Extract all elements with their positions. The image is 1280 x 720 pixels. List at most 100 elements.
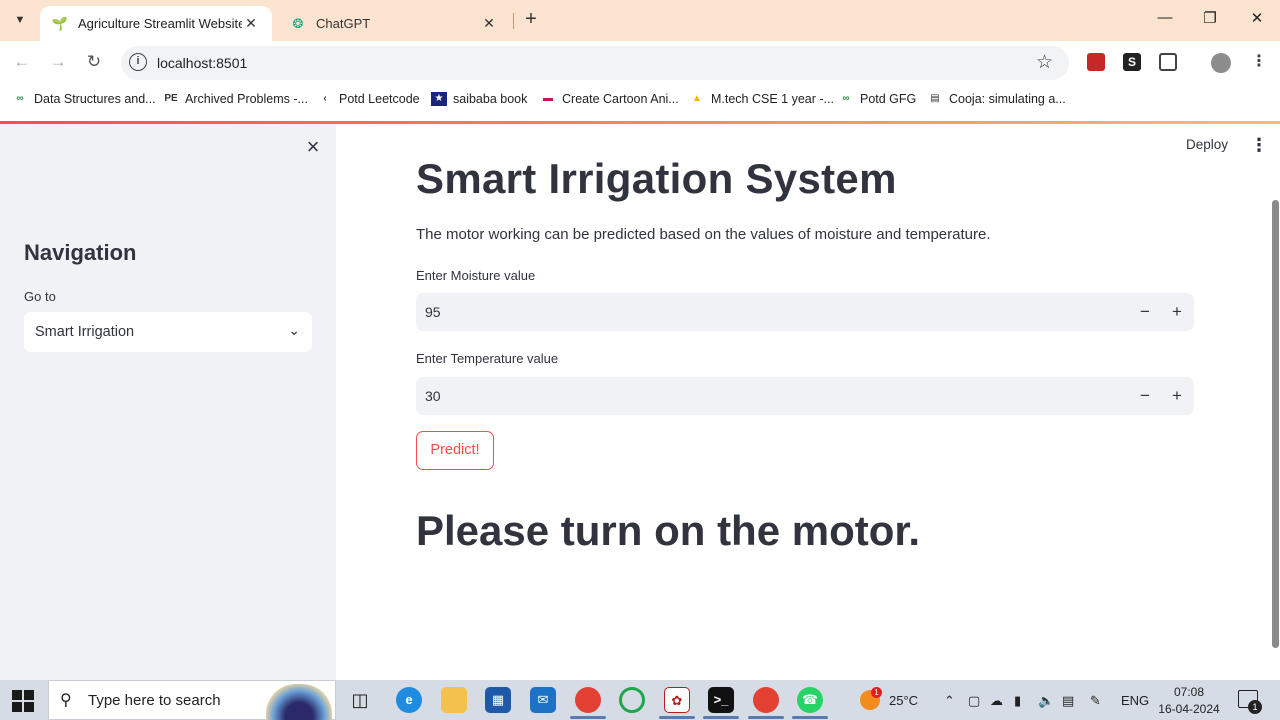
temperature-increment-button[interactable]: + <box>1163 382 1191 410</box>
app-menu-icon[interactable]: ⋮ <box>1250 135 1268 155</box>
chrome-profile-active-indicator <box>748 716 784 719</box>
sprout-icon: 🌱 <box>51 15 69 31</box>
site-info-icon[interactable]: i <box>129 53 147 71</box>
goto-label: Go to <box>24 289 56 304</box>
leetcode-icon: ‹ <box>323 93 327 104</box>
close-tab-icon[interactable]: ✕ <box>480 15 498 32</box>
file-explorer-icon[interactable] <box>441 687 467 713</box>
bookmark-label: M.tech CSE 1 year -... <box>711 92 834 106</box>
store-icon[interactable]: ▦ <box>485 687 511 713</box>
bookmark-potd-leetcode[interactable]: ‹ Potd Leetcode <box>317 92 420 106</box>
profile-avatar[interactable] <box>1211 53 1231 73</box>
clock-time: 07:08 <box>1173 685 1205 699</box>
tab-separator <box>513 13 514 29</box>
cartoon-icon: ▬ <box>543 93 553 104</box>
mail-icon[interactable]: ✉ <box>530 687 556 713</box>
bookmark-potd-gfg[interactable]: ∞ Potd GFG <box>838 92 916 106</box>
extension-s-icon[interactable]: S <box>1123 53 1141 71</box>
bookmark-star-icon[interactable]: ☆ <box>1036 51 1053 74</box>
bookmark-mtech-cse[interactable]: ▲ M.tech CSE 1 year -... <box>689 92 834 106</box>
bookmark-cooja[interactable]: ▤ Cooja: simulating a... <box>927 92 1066 106</box>
bookmark-archived-problems[interactable]: PE Archived Problems -... <box>163 92 308 106</box>
edge-icon[interactable]: e <box>396 687 422 713</box>
bookmark-label: Data Structures and... <box>34 92 156 106</box>
volume-icon[interactable]: 🔈 <box>1038 693 1054 709</box>
bookmark-data-structures[interactable]: ∞ Data Structures and... <box>12 92 156 106</box>
chevron-down-icon: ⌄ <box>288 322 300 338</box>
bookmark-create-cartoon[interactable]: ▬ Create Cartoon Ani... <box>540 92 679 106</box>
moisture-input[interactable]: 95 − + <box>416 293 1194 331</box>
pe-icon: PE <box>164 93 178 104</box>
scrollbar[interactable] <box>1272 200 1279 648</box>
taskbar-search-placeholder[interactable]: Type here to search <box>88 692 221 709</box>
minimize-icon[interactable]: — <box>1153 9 1177 31</box>
browser-menu-icon[interactable]: ⋮ <box>1250 53 1268 71</box>
page-select[interactable]: Smart Irrigation ⌄ <box>24 312 312 352</box>
gfg-icon: ∞ <box>842 93 850 104</box>
clock[interactable]: 07:08 16-04-2024 <box>1148 684 1230 718</box>
moisture-increment-button[interactable]: + <box>1163 298 1191 326</box>
network-icon[interactable]: ▤ <box>1062 693 1074 709</box>
temperature-decrement-button[interactable]: − <box>1131 382 1159 410</box>
moisture-label: Enter Moisture value <box>416 268 536 283</box>
onedrive-icon[interactable]: ☁ <box>990 693 1003 709</box>
deploy-button[interactable]: Deploy <box>1186 137 1228 152</box>
address-bar[interactable] <box>121 46 1069 80</box>
bookmark-label: Potd GFG <box>860 92 917 106</box>
meet-now-icon[interactable]: ▢ <box>968 693 980 709</box>
reload-icon[interactable]: ↻ <box>82 52 106 74</box>
predict-button[interactable]: Predict! <box>416 431 494 470</box>
terminal-active-indicator <box>703 716 739 719</box>
close-sidebar-icon[interactable]: × <box>302 136 324 158</box>
chrome-profile-icon[interactable] <box>753 687 779 713</box>
bookmark-label: Cooja: simulating a... <box>949 92 1066 106</box>
forward-arrow-icon[interactable]: → <box>46 52 70 74</box>
windows-start-icon[interactable] <box>12 690 34 712</box>
moisture-decrement-button[interactable]: − <box>1131 298 1159 326</box>
bookmark-label: saibaba book <box>453 92 528 106</box>
restore-icon[interactable]: ❐ <box>1198 9 1222 31</box>
extensions-puzzle-icon[interactable] <box>1159 53 1177 71</box>
battery-icon[interactable]: ▮ <box>1014 693 1021 709</box>
sidebar-title: Navigation <box>24 240 137 265</box>
app-red-logo-icon[interactable]: ✿ <box>664 687 690 713</box>
moisture-value[interactable]: 95 <box>425 304 441 320</box>
close-tab-icon[interactable]: ✕ <box>242 15 260 32</box>
task-view-icon[interactable]: ◫ <box>347 687 373 713</box>
temperature-value[interactable]: 30 <box>425 388 441 404</box>
terminal-icon[interactable]: >_ <box>708 687 734 713</box>
tab-search-chevron-icon[interactable]: ▼ <box>8 8 32 32</box>
weather-temperature[interactable]: 25°C <box>889 693 918 708</box>
url-text[interactable]: localhost:8501 <box>157 55 247 71</box>
temperature-input[interactable]: 30 − + <box>416 377 1194 415</box>
tab-agriculture-streamlit[interactable]: 🌱 Agriculture Streamlit Website ✕ <box>40 6 272 41</box>
extension-red-icon[interactable] <box>1087 53 1105 71</box>
openai-icon: ❂ <box>292 15 304 31</box>
clock-date: 16-04-2024 <box>1158 702 1220 716</box>
doc-icon: ▤ <box>930 93 940 104</box>
chrome-icon[interactable] <box>575 687 601 713</box>
gfg-icon: ∞ <box>16 93 24 104</box>
book-icon: ★ <box>431 92 447 106</box>
page-title: Smart Irrigation System <box>416 155 897 202</box>
app-active-indicator <box>659 716 695 719</box>
search-icon: ⚲ <box>60 692 72 709</box>
tab-label: ChatGPT <box>316 16 371 31</box>
whatsapp-active-indicator <box>792 716 828 719</box>
chrome-active-indicator <box>570 716 606 719</box>
close-window-icon[interactable]: ✕ <box>1245 9 1269 31</box>
pen-icon[interactable]: ✎ <box>1090 693 1101 709</box>
weather-badge: 1 <box>871 687 882 698</box>
language-indicator[interactable]: ENG <box>1121 693 1149 708</box>
bookmark-saibaba-book[interactable]: ★ saibaba book <box>431 92 527 106</box>
back-arrow-icon[interactable]: ← <box>10 52 34 74</box>
tab-chatgpt[interactable]: ❂ ChatGPT ✕ <box>278 6 510 41</box>
whatsapp-icon[interactable]: ☎ <box>797 687 823 713</box>
page-description: The motor working can be predicted based… <box>416 226 991 243</box>
page-select-value: Smart Irrigation <box>35 324 135 340</box>
notification-count: 1 <box>1248 700 1262 714</box>
cortana-ring-icon[interactable] <box>619 687 645 713</box>
bookmark-label: Potd Leetcode <box>339 92 420 106</box>
show-hidden-icons-icon[interactable]: ⌃ <box>944 693 955 709</box>
new-tab-button[interactable]: + <box>520 9 542 31</box>
